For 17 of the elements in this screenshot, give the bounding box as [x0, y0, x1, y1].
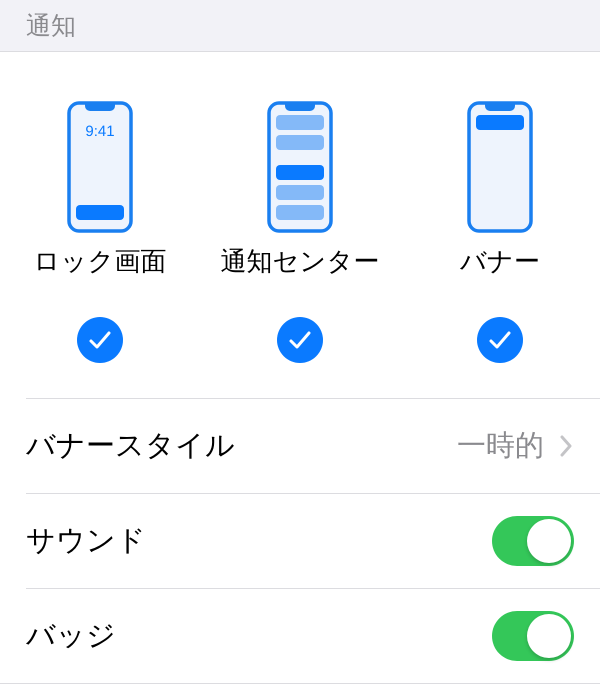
phone-icon — [267, 101, 333, 233]
toggle-switch[interactable] — [492, 516, 574, 566]
phone-icon — [67, 101, 133, 233]
section-header: 通知 — [26, 10, 76, 42]
phone-icon — [467, 101, 533, 233]
style-label: ロック画面 — [34, 246, 166, 279]
row-label: サウンド — [26, 522, 147, 559]
checkmark-icon[interactable] — [77, 317, 123, 363]
checkmark-icon[interactable] — [277, 317, 323, 363]
toggle-switch[interactable] — [492, 611, 574, 661]
style-label: バナー — [460, 246, 540, 279]
clock-time: 9:41 — [85, 123, 115, 140]
row-label: バナースタイル — [26, 427, 236, 464]
checkmark-icon[interactable] — [477, 317, 523, 363]
row-label: バッジ — [26, 617, 117, 654]
row-value: 一時的 — [457, 427, 544, 464]
style-label: 通知センター — [220, 246, 380, 279]
